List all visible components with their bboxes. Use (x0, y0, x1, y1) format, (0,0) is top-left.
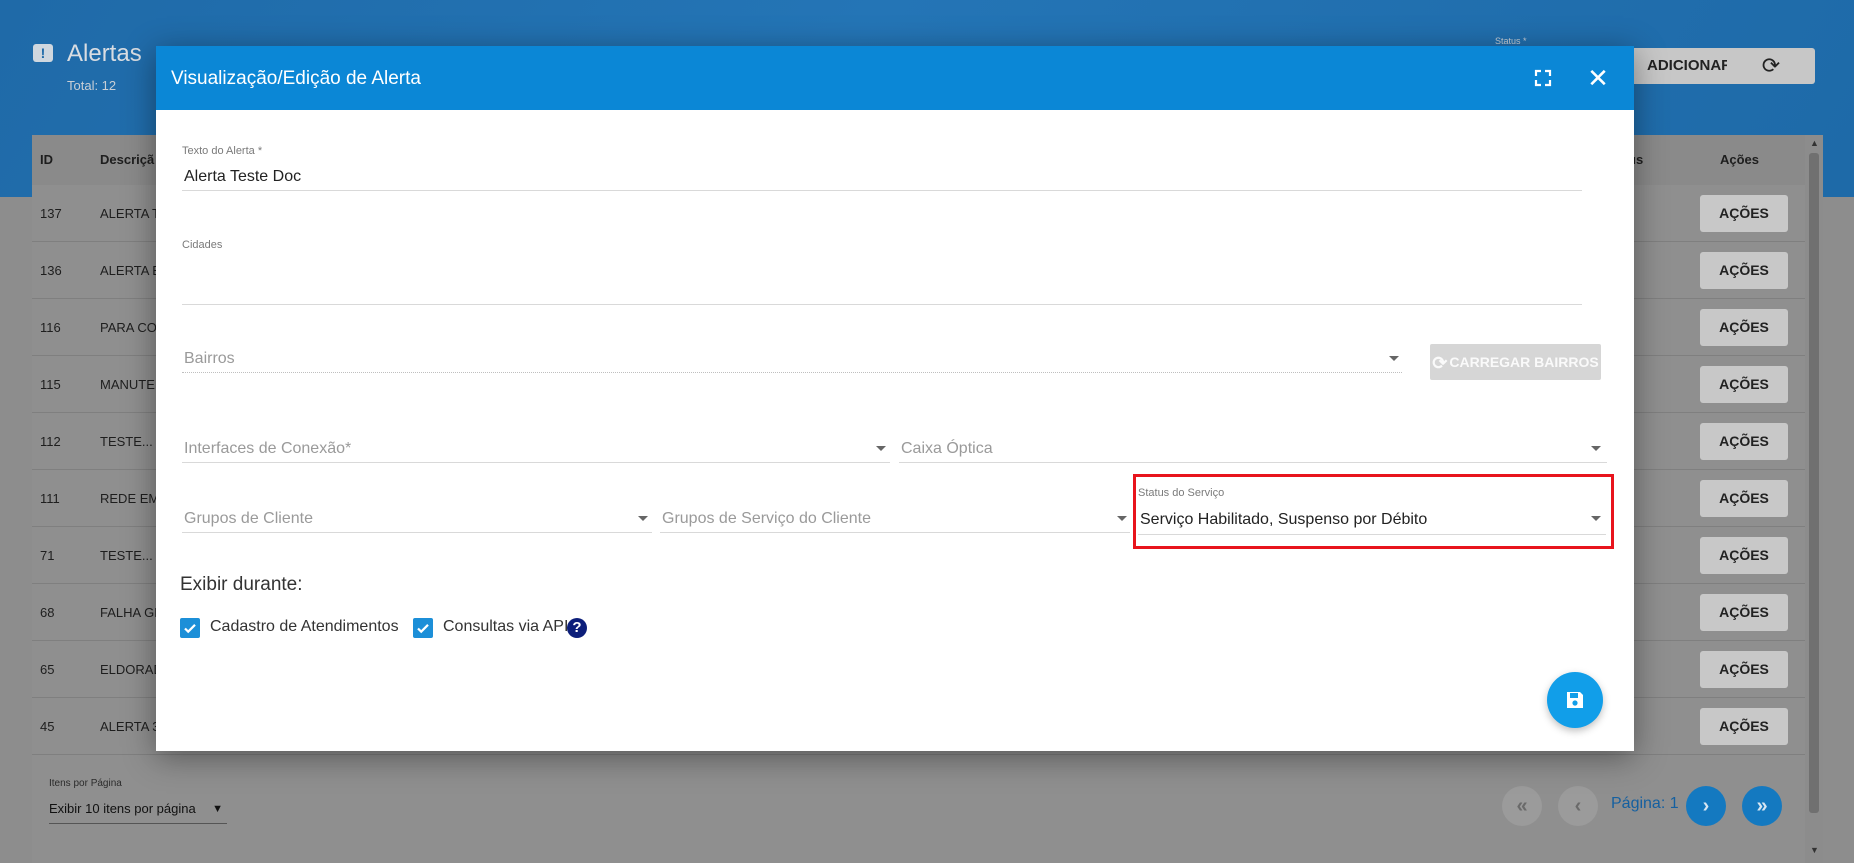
bairros-select[interactable]: Bairros (184, 350, 235, 368)
grupos-servico-underline (660, 532, 1130, 533)
carregar-bairros-button[interactable]: ⟳ CARREGAR BAIRROS (1430, 344, 1601, 380)
save-button[interactable] (1547, 672, 1603, 728)
refresh-icon: ⟳ (1761, 53, 1781, 78)
modal-header: Visualização/Edição de Alerta ✕ (156, 46, 1634, 110)
row-id: 65 (40, 662, 55, 677)
acoes-button[interactable]: AÇÕES (1700, 195, 1788, 232)
grupos-cliente-select[interactable]: Grupos de Cliente (184, 510, 313, 528)
grupos-cliente-underline (182, 532, 652, 533)
column-header-description: Descriçã (100, 152, 155, 167)
row-description: REDE EM (100, 491, 160, 506)
add-button[interactable]: ADICIONAR (1620, 48, 1742, 84)
carregar-bairros-label: CARREGAR BAIRROS (1449, 354, 1599, 370)
acoes-button[interactable]: AÇÕES (1700, 309, 1788, 346)
row-id: 137 (40, 206, 62, 221)
texto-alerta-input[interactable]: Alerta Teste Doc (184, 168, 301, 186)
per-page-label: Itens por Página (49, 778, 122, 789)
row-description: MANUTEN (100, 377, 165, 392)
last-page-button[interactable]: » (1742, 786, 1782, 826)
grupos-cliente-chevron-down-icon (638, 516, 648, 521)
refresh-icon: ⟳ (1432, 353, 1448, 373)
alert-edit-modal: Visualização/Edição de Alerta ✕ Texto do… (156, 46, 1634, 751)
cadastro-checkbox-label[interactable]: Cadastro de Atendimentos (210, 618, 399, 636)
row-id: 136 (40, 263, 62, 278)
api-checkbox-label[interactable]: Consultas via API (443, 618, 568, 636)
row-description: ALERTA 3 (100, 719, 160, 734)
cidades-input[interactable] (182, 304, 1582, 305)
status-filter-label: Status * (1495, 36, 1527, 46)
highlight-box (1133, 474, 1614, 549)
caixa-optica-select[interactable]: Caixa Óptica (901, 440, 993, 458)
interfaces-chevron-down-icon (876, 446, 886, 451)
checkmark-icon (184, 624, 196, 634)
row-id: 116 (40, 320, 61, 335)
help-icon[interactable]: ? (567, 618, 587, 638)
first-page-button[interactable]: « (1502, 786, 1542, 826)
per-page-select[interactable]: Exibir 10 itens por página ▼ (49, 798, 227, 824)
fullscreen-icon[interactable] (1531, 66, 1555, 90)
acoes-button[interactable]: AÇÕES (1700, 366, 1788, 403)
scroll-down-arrow-icon[interactable]: ▼ (1810, 845, 1819, 855)
acoes-button[interactable]: AÇÕES (1700, 252, 1788, 289)
row-description: ELDORAD (100, 662, 163, 677)
column-header-id: ID (40, 152, 53, 167)
bairros-underline (182, 372, 1402, 373)
row-description: FALHA GE (100, 605, 163, 620)
per-page-value: Exibir 10 itens por página (49, 801, 196, 816)
page-title: Alertas (67, 40, 142, 67)
row-description: ALERTA B (100, 263, 161, 278)
refresh-button[interactable]: ⟳ (1727, 48, 1815, 84)
interfaces-underline (182, 462, 890, 463)
row-description: TESTE... (100, 548, 153, 563)
texto-alerta-label: Texto do Alerta * (182, 145, 263, 157)
row-id: 71 (40, 548, 55, 563)
column-header-actions: Ações (1720, 152, 1760, 167)
row-id: 45 (40, 719, 55, 734)
checkmark-icon (417, 624, 429, 634)
acoes-button[interactable]: AÇÕES (1700, 537, 1788, 574)
save-icon (1567, 692, 1583, 708)
acoes-button[interactable]: AÇÕES (1700, 708, 1788, 745)
cadastro-checkbox[interactable] (180, 618, 200, 638)
exibir-durante-title: Exibir durante: (180, 574, 303, 595)
api-checkbox[interactable] (413, 618, 433, 638)
alert-icon: ! (33, 44, 53, 62)
scroll-thumb[interactable] (1809, 153, 1819, 813)
chevron-down-icon: ▼ (212, 803, 223, 815)
acoes-button[interactable]: AÇÕES (1700, 480, 1788, 517)
grupos-servico-select[interactable]: Grupos de Serviço do Cliente (662, 510, 871, 528)
row-description: TESTE... (100, 434, 153, 449)
page-indicator: Página: 1 (1611, 795, 1679, 812)
close-icon[interactable]: ✕ (1584, 64, 1612, 92)
row-id: 115 (40, 377, 61, 392)
modal-title: Visualização/Edição de Alerta (171, 68, 421, 89)
page-total: Total: 12 (67, 78, 117, 93)
bairros-chevron-down-icon (1389, 356, 1399, 361)
interfaces-select[interactable]: Interfaces de Conexão* (184, 440, 351, 458)
caixa-chevron-down-icon (1591, 446, 1601, 451)
grupos-servico-chevron-down-icon (1117, 516, 1127, 521)
next-page-button[interactable]: › (1686, 786, 1726, 826)
double-chevron-right-icon: » (1756, 795, 1768, 817)
row-id: 68 (40, 605, 55, 620)
chevron-left-icon: ‹ (1574, 795, 1582, 817)
chevron-right-icon: › (1702, 795, 1710, 817)
row-description: ALERTA T (100, 206, 160, 221)
caixa-underline (899, 462, 1607, 463)
scrollbar[interactable]: ▲ ▼ (1805, 135, 1823, 863)
previous-page-button[interactable]: ‹ (1558, 786, 1598, 826)
scroll-up-arrow-icon[interactable]: ▲ (1810, 138, 1819, 148)
acoes-button[interactable]: AÇÕES (1700, 651, 1788, 688)
acoes-button[interactable]: AÇÕES (1700, 594, 1788, 631)
row-id: 111 (40, 491, 60, 506)
acoes-button[interactable]: AÇÕES (1700, 423, 1788, 460)
double-chevron-left-icon: « (1516, 795, 1528, 817)
row-id: 112 (40, 434, 61, 449)
texto-alerta-underline (182, 190, 1582, 191)
cidades-label: Cidades (182, 239, 223, 251)
